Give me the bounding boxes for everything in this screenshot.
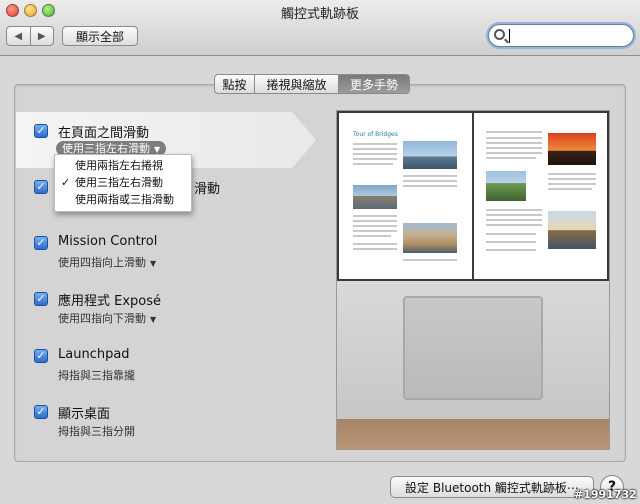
preview-left-page: Tour of Bridges: [339, 113, 472, 279]
chevron-down-icon: ▼: [150, 315, 157, 324]
sunset-photo: [548, 133, 596, 165]
checkmark-icon: ✓: [61, 176, 71, 189]
swipe-pages-menu: 使用兩指左右捲視 ✓ 使用三指左右滑動 使用兩指或三指滑動: [54, 154, 192, 212]
app-expose-checkbox[interactable]: ✓: [34, 292, 48, 306]
preview-book-title: Tour of Bridges: [353, 131, 398, 138]
watermark-text: #1991732: [574, 488, 637, 501]
menu-item-label: 使用兩指或三指滑動: [75, 193, 174, 206]
text-caret: [509, 29, 510, 43]
menu-item-three-finger-swipe[interactable]: ✓ 使用三指左右滑動: [55, 174, 191, 191]
app-expose-popup[interactable]: 使用四指向下滑動 ▼: [58, 310, 156, 326]
chevron-down-icon: ▼: [150, 259, 157, 268]
tab-more-gestures[interactable]: 更多手勢: [339, 75, 409, 93]
setup-bluetooth-trackpad-button[interactable]: 設定 Bluetooth 觸控式軌跡板⋯: [390, 476, 594, 498]
gesture-preview: Tour of Bridges: [336, 110, 610, 450]
tab-bar: 點按 捲視與縮放 更多手勢: [214, 74, 410, 94]
landscape-photo: [486, 171, 526, 201]
river-photo: [353, 185, 397, 209]
swipe-fullscreen-checkbox[interactable]: ✓: [34, 180, 48, 194]
title-bar: 觸控式軌跡板 ◀ ▶ 顯示全部: [0, 0, 640, 56]
window-title: 觸控式軌跡板: [280, 7, 359, 22]
launchpad-setting: 拇指與三指靠攏: [58, 369, 135, 382]
laptop-illustration: [337, 281, 609, 449]
app-expose-title: 應用程式 Exposé: [58, 294, 162, 309]
arch-photo: [403, 223, 457, 253]
tab-point-click[interactable]: 點按: [215, 75, 255, 93]
desk-surface: [337, 419, 609, 449]
forward-arrow-icon[interactable]: ▶: [31, 27, 54, 45]
menu-item-label: 使用兩指左右捲視: [75, 159, 163, 172]
show-desktop-title: 顯示桌面: [58, 407, 111, 422]
mission-control-setting: 使用四指向上滑動: [58, 256, 146, 269]
trackpad-illustration: [403, 296, 543, 400]
mission-control-popup[interactable]: 使用四指向上滑動 ▼: [58, 254, 156, 270]
chevron-down-icon: ▼: [154, 145, 161, 154]
menu-item-label: 使用三指左右滑動: [75, 176, 163, 189]
tower-bridge-photo: [548, 211, 596, 249]
search-icon: [494, 29, 505, 40]
show-all-button[interactable]: 顯示全部: [62, 26, 138, 46]
launchpad-title: Launchpad: [58, 347, 130, 362]
swipe-pages-checkbox[interactable]: ✓: [34, 124, 48, 138]
show-desktop-setting: 拇指與三指分開: [58, 425, 135, 438]
search-field[interactable]: [488, 24, 634, 47]
mission-control-title: Mission Control: [58, 234, 158, 249]
swipe-pages-title: 在頁面之間滑動: [58, 126, 150, 141]
mission-control-checkbox[interactable]: ✓: [34, 236, 48, 250]
bridge-photo: [403, 141, 457, 169]
menu-item-two-finger-scroll[interactable]: 使用兩指左右捲視: [55, 157, 191, 174]
menu-item-two-or-three-finger[interactable]: 使用兩指或三指滑動: [55, 191, 191, 208]
app-expose-setting: 使用四指向下滑動: [58, 312, 146, 325]
tab-scroll-zoom[interactable]: 捲視與縮放: [255, 75, 339, 93]
preview-book: Tour of Bridges: [337, 111, 609, 281]
show-desktop-checkbox[interactable]: ✓: [34, 405, 48, 419]
navigation-segment: ◀ ▶: [6, 26, 54, 46]
launchpad-checkbox[interactable]: ✓: [34, 349, 48, 363]
preview-right-page: [474, 113, 607, 279]
back-arrow-icon[interactable]: ◀: [7, 27, 31, 45]
swipe-fullscreen-title-tail: 滑動: [194, 182, 221, 197]
